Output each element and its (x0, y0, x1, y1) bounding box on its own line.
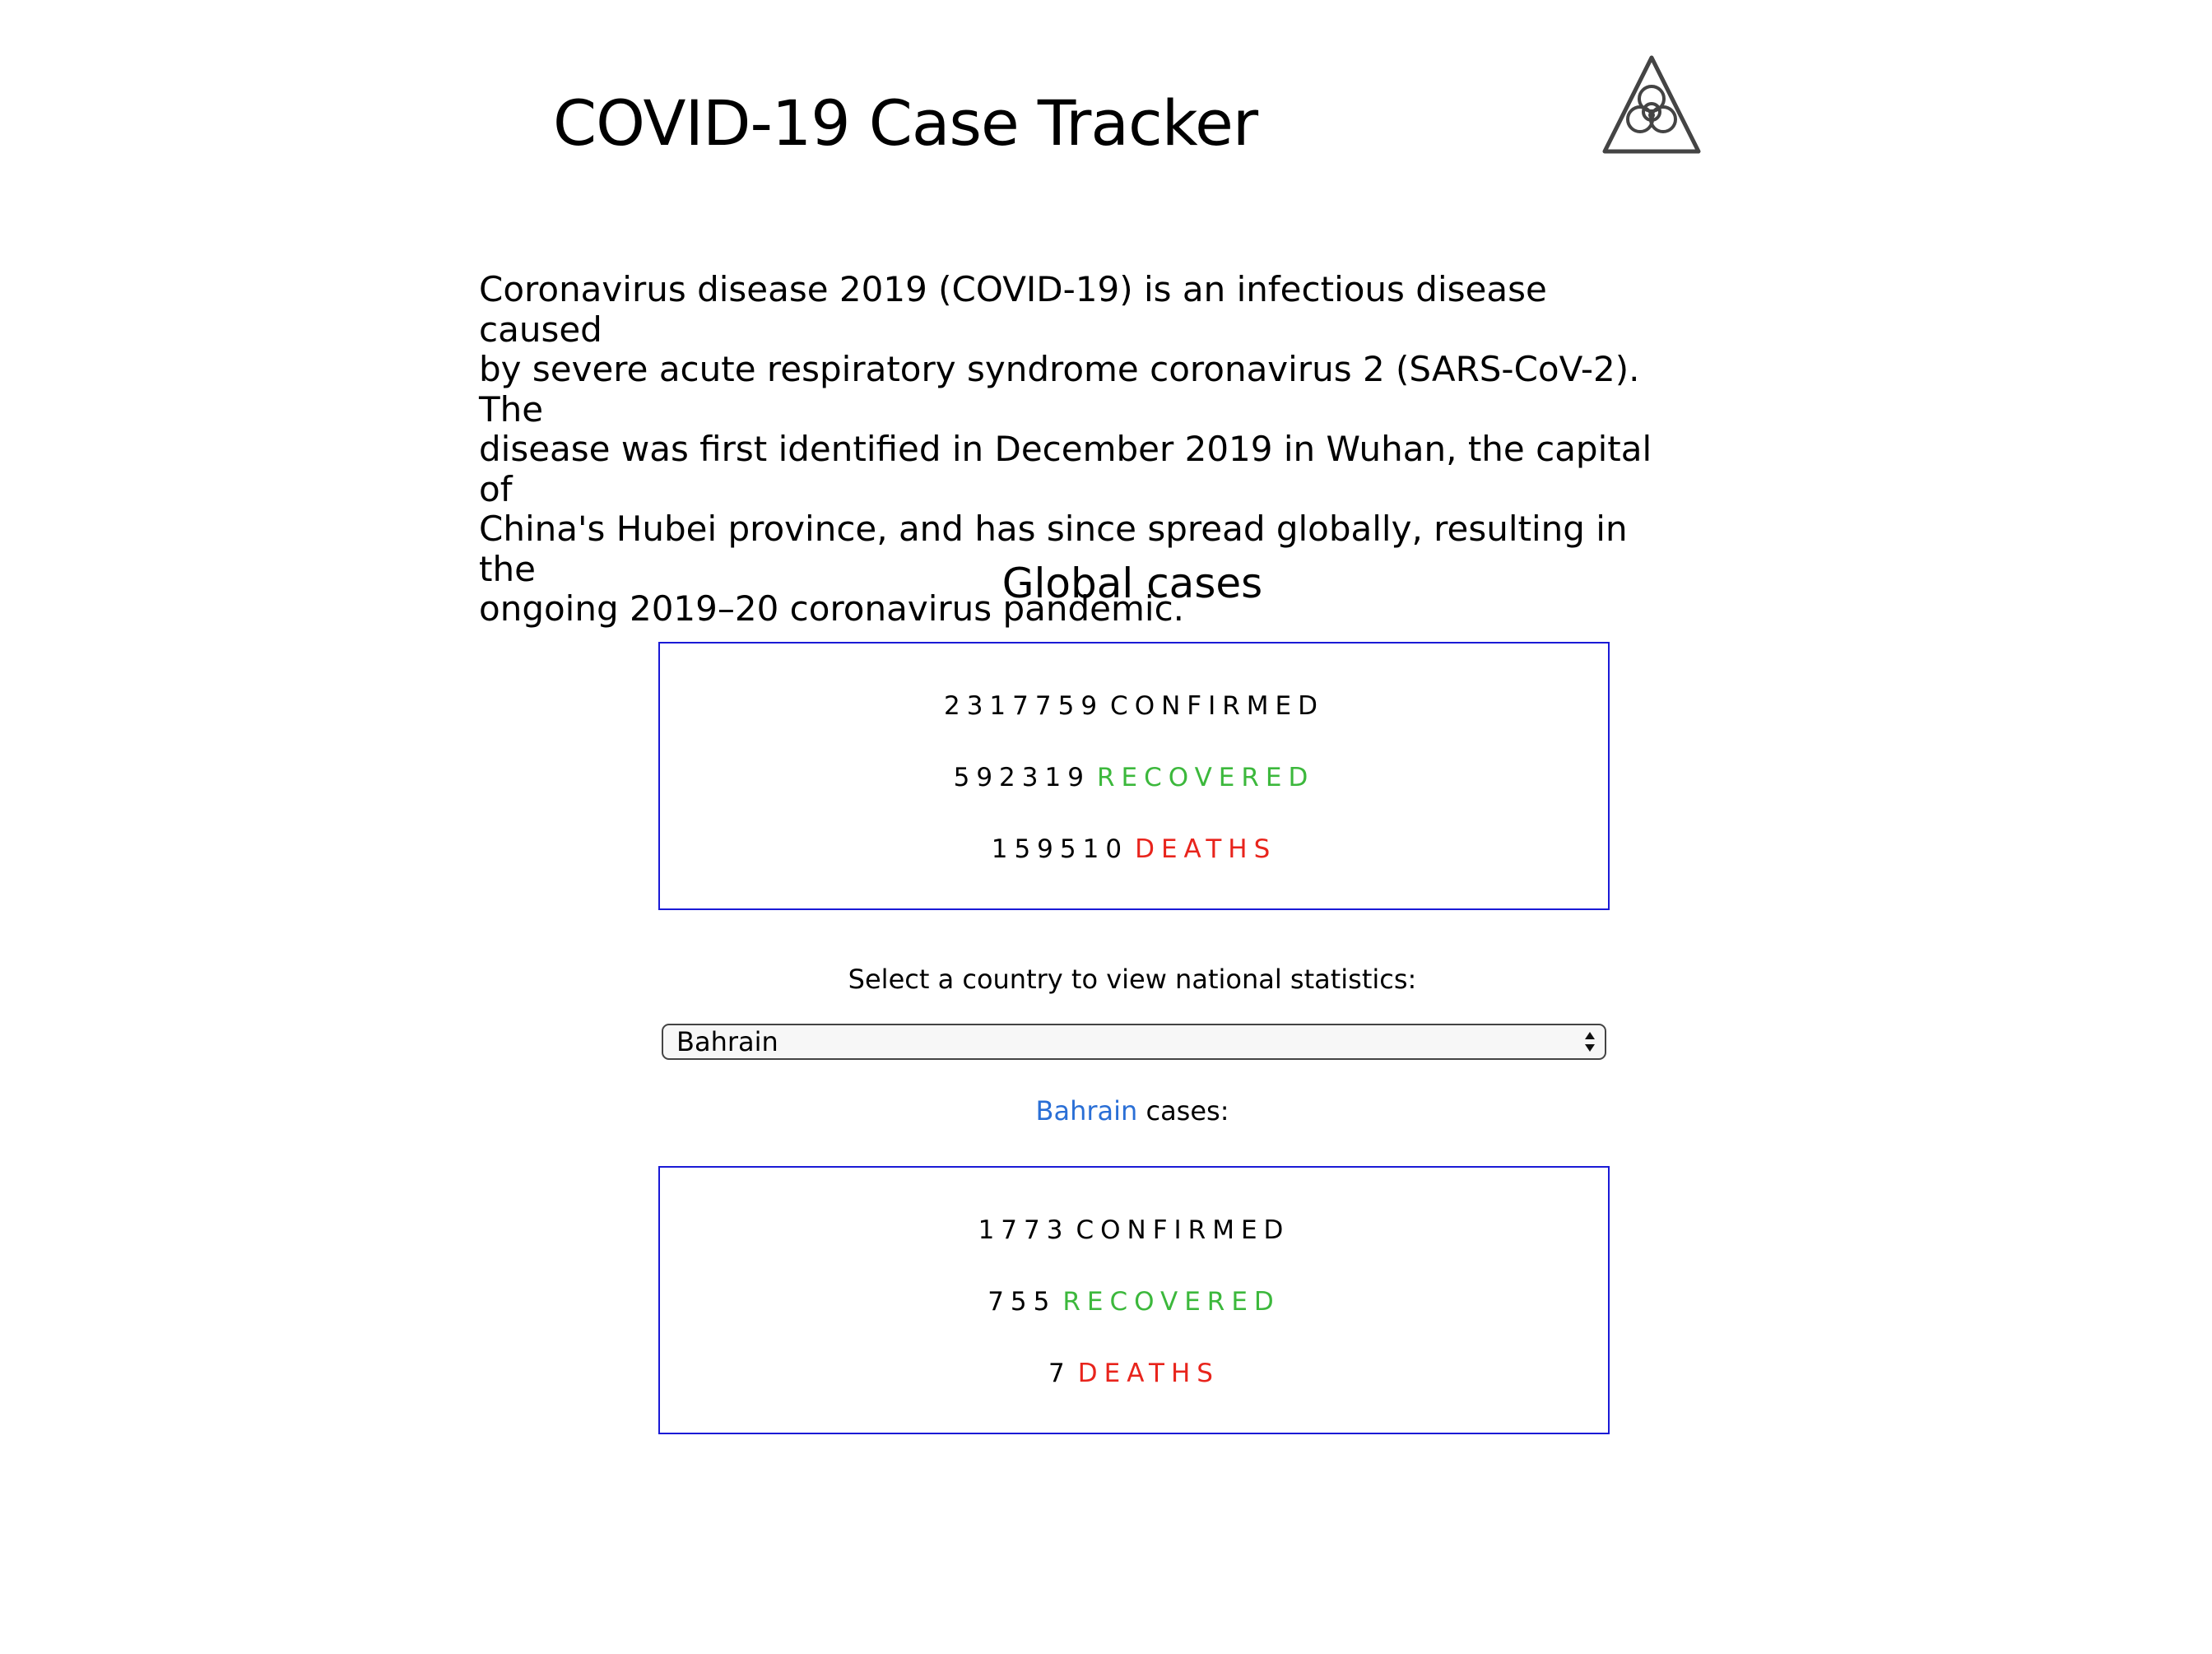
country-confirmed-count: 1773 (978, 1215, 1070, 1245)
country-select[interactable]: Bahrain (662, 1024, 1606, 1060)
biohazard-icon (1602, 55, 1701, 154)
global-confirmed-count: 2317759 (943, 691, 1104, 721)
country-cases-caption: Bahrain cases: (0, 1093, 2212, 1129)
page-title: COVID-19 Case Tracker (553, 86, 1258, 160)
global-confirmed-row: 2317759 CONFIRMED (660, 690, 1608, 722)
country-stats-box: 1773 CONFIRMED 755 RECOVERED 7 DEATHS (658, 1166, 1610, 1434)
global-deaths-count: 159510 (991, 834, 1129, 864)
country-confirmed-row: 1773 CONFIRMED (660, 1214, 1608, 1247)
recovered-label: RECOVERED (1096, 763, 1315, 792)
global-recovered-row: 592319 RECOVERED (660, 761, 1608, 794)
country-select-prompt: Select a country to view national statis… (848, 964, 1417, 995)
country-deaths-row: 7 DEATHS (660, 1357, 1608, 1390)
global-stats-box: 2317759 CONFIRMED 592319 RECOVERED 159510 D… (658, 642, 1610, 910)
country-name: Bahrain (1035, 1095, 1138, 1127)
select-arrows-icon (1585, 1032, 1595, 1052)
confirmed-label: CONFIRMED (1110, 691, 1324, 721)
global-deaths-row: 159510 DEATHS (660, 833, 1608, 866)
global-recovered-count: 592319 (953, 763, 1090, 792)
recovered-label: RECOVERED (1062, 1287, 1280, 1317)
deaths-label: DEATHS (1135, 834, 1277, 864)
global-cases-heading: Global cases (1001, 560, 1263, 607)
country-recovered-count: 755 (988, 1287, 1057, 1317)
deaths-label: DEATHS (1077, 1359, 1220, 1388)
country-deaths-count: 7 (1048, 1359, 1071, 1388)
page-header: COVID-19 Case Tracker (0, 0, 2212, 181)
country-recovered-row: 755 RECOVERED (660, 1285, 1608, 1318)
country-caption-suffix: cases: (1137, 1095, 1229, 1127)
confirmed-label: CONFIRMED (1076, 1215, 1290, 1245)
country-select-value: Bahrain (676, 1026, 778, 1057)
